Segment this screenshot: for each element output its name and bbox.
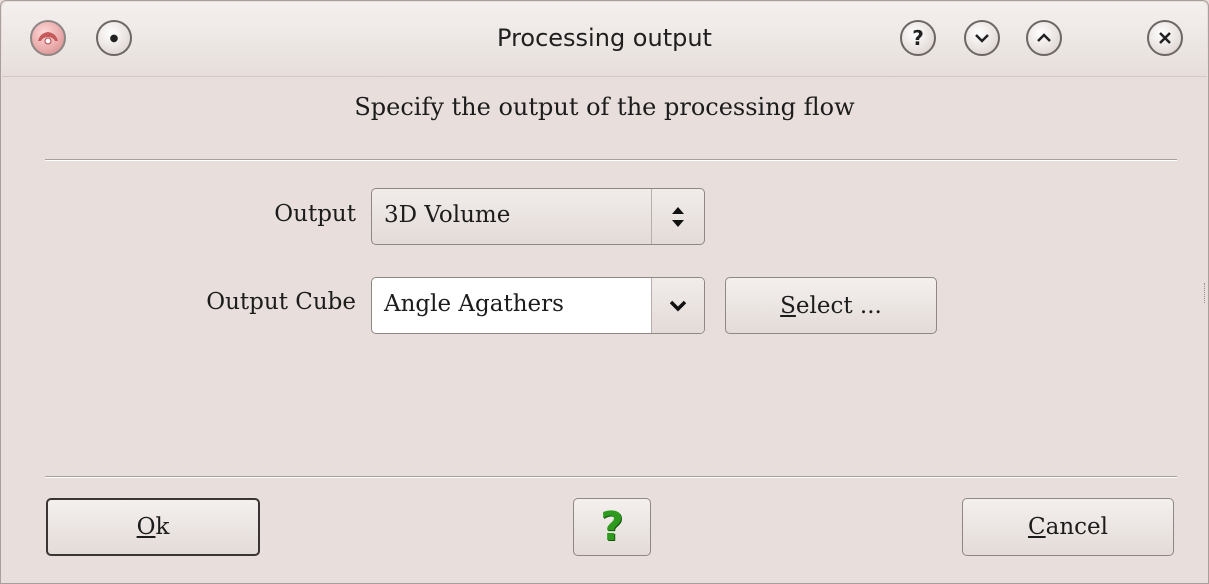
output-cube-label: Output Cube (206, 289, 356, 315)
ok-button[interactable]: Ok (46, 498, 260, 556)
output-type-value: 3D Volume (384, 202, 511, 228)
select-button[interactable]: Select ... (725, 277, 937, 334)
help-question-icon: ? (600, 504, 624, 550)
ok-mnemonic: O (136, 514, 156, 540)
ok-label: k (155, 514, 170, 540)
output-label: Output (274, 201, 356, 227)
up-down-arrows-icon (651, 189, 704, 244)
cancel-mnemonic: C (1028, 514, 1046, 540)
top-separator (45, 159, 1177, 161)
bottom-separator (45, 476, 1177, 478)
maximize-icon[interactable] (1026, 20, 1062, 56)
output-cube-value: Angle Agathers (384, 291, 564, 317)
output-cube-combobox[interactable]: Angle Agathers (371, 277, 705, 334)
cancel-button[interactable]: Cancel (962, 498, 1174, 556)
help-icon[interactable]: ? (900, 20, 936, 56)
cancel-label: ancel (1045, 514, 1108, 540)
select-label: elect ... (795, 292, 882, 319)
close-icon[interactable] (1147, 20, 1183, 56)
dialog-heading: Specify the output of the processing flo… (354, 93, 855, 121)
dialog-window: ● Processing output ? Specify the output… (0, 0, 1209, 584)
title-bar[interactable]: ● Processing output ? (2, 2, 1207, 77)
chevron-down-icon[interactable] (651, 278, 704, 333)
resize-grip[interactable] (1204, 283, 1208, 303)
select-mnemonic: S (780, 292, 796, 319)
minimize-icon[interactable] (964, 20, 1000, 56)
output-type-select[interactable]: 3D Volume (371, 188, 705, 245)
help-button[interactable]: ? (573, 498, 651, 556)
